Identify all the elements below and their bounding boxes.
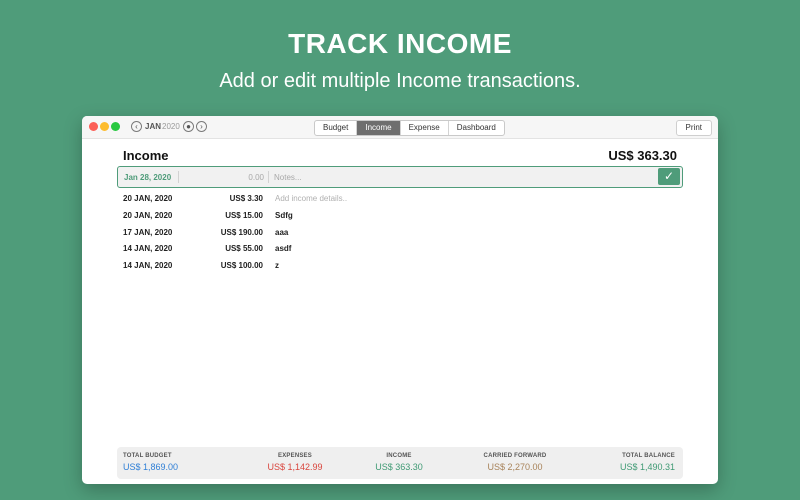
print-button[interactable]: Print (675, 120, 712, 136)
transaction-date: 17 JAN, 2020 (123, 228, 173, 237)
entry-date-picker[interactable]: Jan 28, 2020 (124, 173, 171, 182)
chevron-left-icon[interactable]: ‹ (131, 121, 142, 132)
table-row[interactable]: 14 JAN, 2020 US$ 55.00 asdf (123, 244, 683, 258)
hero-subtitle: Add or edit multiple Income transactions… (219, 70, 581, 92)
stat-label: INCOME (386, 453, 412, 459)
tab-budget[interactable]: Budget (315, 121, 358, 135)
divider (268, 171, 269, 183)
stat-income: INCOME US$ 363.30 (359, 453, 439, 472)
transaction-note[interactable]: Sdfg (275, 211, 293, 220)
transaction-amount: US$ 55.00 (225, 244, 263, 253)
transaction-amount: US$ 100.00 (220, 261, 263, 270)
transaction-amount: US$ 3.30 (229, 194, 263, 203)
notes-input[interactable]: Notes... (274, 173, 302, 182)
record-icon[interactable]: ● (183, 121, 194, 132)
income-total: US$ 363.30 (608, 148, 677, 163)
tab-dashboard[interactable]: Dashboard (449, 121, 504, 135)
stat-value: US$ 1,869.00 (123, 462, 179, 472)
tab-income[interactable]: Income (357, 121, 401, 135)
amount-input[interactable]: 0.00 (218, 173, 264, 182)
page-title: Income (123, 148, 169, 163)
year-label: 2020 (162, 122, 180, 131)
table-row[interactable]: 17 JAN, 2020 US$ 190.00 aaa (123, 228, 683, 242)
tab-expense[interactable]: Expense (401, 121, 449, 135)
view-tabs: Budget Income Expense Dashboard (314, 120, 505, 136)
title-bar: ‹ JAN 2020 ● › Budget Income Expense Das… (82, 116, 718, 139)
checkmark-icon[interactable]: ✓ (658, 168, 680, 185)
stat-total-budget: TOTAL BUDGET US$ 1,869.00 (123, 453, 178, 472)
chevron-right-icon[interactable]: › (196, 121, 207, 132)
table-row[interactable]: 20 JAN, 2020 US$ 3.30 Add income details… (123, 194, 683, 208)
table-row[interactable]: 20 JAN, 2020 US$ 15.00 Sdfg (123, 211, 683, 225)
table-row[interactable]: 14 JAN, 2020 US$ 100.00 z (123, 261, 683, 275)
transaction-date: 20 JAN, 2020 (123, 211, 173, 220)
month-label: JAN (145, 122, 162, 131)
transaction-note[interactable]: asdf (275, 244, 291, 253)
minimize-window-button[interactable] (100, 122, 109, 131)
transaction-date: 14 JAN, 2020 (123, 244, 173, 253)
transaction-amount: US$ 15.00 (225, 211, 263, 220)
transaction-date: 14 JAN, 2020 (123, 261, 173, 270)
app-window: ‹ JAN 2020 ● › Budget Income Expense Das… (82, 116, 718, 484)
transaction-amount: US$ 190.00 (220, 228, 263, 237)
new-income-entry: Jan 28, 2020 0.00 Notes... ✓ (117, 166, 683, 188)
transaction-note[interactable]: aaa (275, 228, 288, 237)
close-window-button[interactable] (89, 122, 98, 131)
summary-bar: TOTAL BUDGET US$ 1,869.00 EXPENSES US$ 1… (117, 447, 683, 479)
stat-carried-forward: CARRIED FORWARD US$ 2,270.00 (465, 453, 565, 472)
hero-title: TRACK INCOME (288, 28, 512, 59)
zoom-window-button[interactable] (111, 122, 120, 131)
stat-expenses: EXPENSES US$ 1,142.99 (255, 453, 335, 472)
divider (178, 171, 179, 183)
stat-label: EXPENSES (278, 453, 312, 459)
stat-value: US$ 2,270.00 (487, 462, 543, 472)
stat-value: US$ 363.30 (375, 462, 423, 472)
transaction-note[interactable]: Add income details.. (275, 194, 347, 203)
stat-label: TOTAL BUDGET (123, 453, 172, 459)
stat-label: CARRIED FORWARD (483, 453, 547, 459)
stat-label: TOTAL BALANCE (622, 453, 675, 459)
stat-value: US$ 1,490.31 (619, 462, 675, 472)
transaction-date: 20 JAN, 2020 (123, 194, 173, 203)
transaction-note[interactable]: z (275, 261, 279, 270)
stat-value: US$ 1,142.99 (267, 462, 323, 472)
stat-total-balance: TOTAL BALANCE US$ 1,490.31 (620, 453, 675, 472)
